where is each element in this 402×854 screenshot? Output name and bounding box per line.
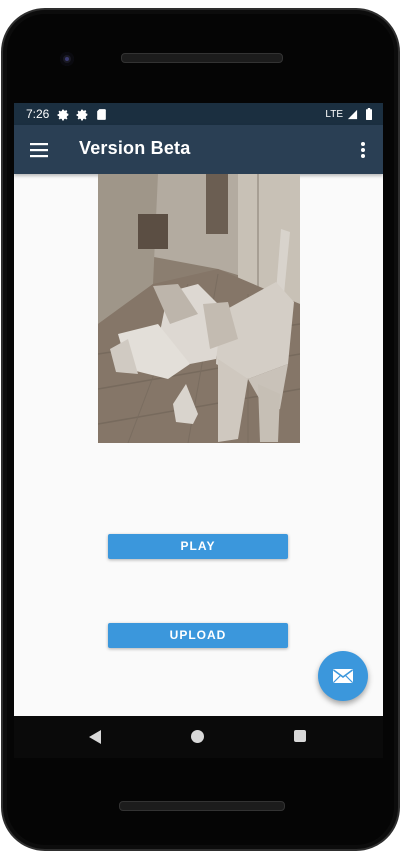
device-screen: 7:26 LTE Version Beta PLAY UPLOAD <box>14 103 383 716</box>
play-button[interactable]: PLAY <box>108 534 288 559</box>
more-vert-icon <box>361 142 365 158</box>
app-bar: Version Beta <box>14 125 383 174</box>
mail-icon <box>333 669 353 683</box>
recents-icon[interactable] <box>294 730 306 742</box>
mail-fab[interactable] <box>318 651 368 701</box>
menu-button[interactable] <box>26 137 52 163</box>
status-time: 7:26 <box>26 107 50 121</box>
front-camera <box>60 52 74 66</box>
system-nav-bar <box>14 716 383 758</box>
upload-button[interactable]: UPLOAD <box>108 623 288 648</box>
back-icon[interactable] <box>88 729 102 745</box>
settings-icon <box>76 109 88 121</box>
bottom-speaker <box>119 801 285 811</box>
dog-preview-image <box>98 174 300 443</box>
battery-icon <box>366 108 372 120</box>
app-title: Version Beta <box>79 138 191 158</box>
menu-icon <box>30 143 48 158</box>
settings-icon <box>57 109 69 121</box>
earpiece-speaker <box>121 53 283 63</box>
home-icon[interactable] <box>191 730 204 743</box>
video-preview[interactable] <box>98 174 300 443</box>
status-right: LTE <box>325 103 373 125</box>
network-type: LTE <box>325 108 343 120</box>
signal-icon <box>347 109 358 119</box>
sd-card-icon <box>97 108 107 120</box>
overflow-menu-button[interactable] <box>351 137 375 163</box>
status-bar: 7:26 LTE <box>14 103 383 125</box>
